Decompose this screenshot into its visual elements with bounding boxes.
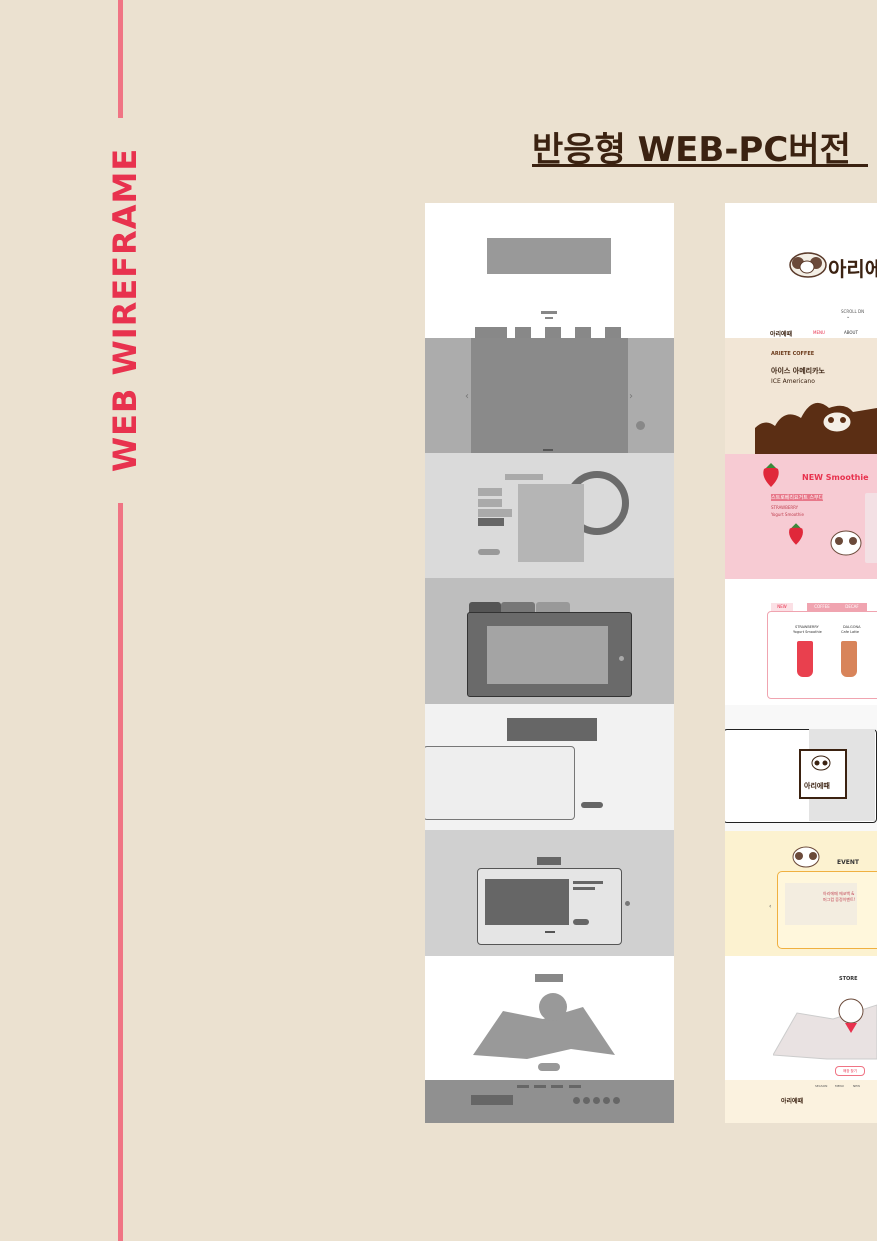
wf-event-dot xyxy=(625,901,630,906)
wf-event-title xyxy=(537,857,561,865)
wf-hero-dot xyxy=(636,421,645,430)
wf-about-box xyxy=(425,746,575,820)
smoothie-sheep-icon xyxy=(830,530,862,556)
smoothie-en-1: STRAWBERRY xyxy=(771,505,799,510)
hero-title-en: ICE Americano xyxy=(771,378,815,385)
wf-promo-image xyxy=(518,484,584,562)
wf-footer-logo xyxy=(471,1095,513,1105)
hero-coffee-wave xyxy=(755,402,877,454)
wf-footer-sns-2 xyxy=(583,1097,590,1104)
footer-logo: 아리에때 xyxy=(781,1098,804,1105)
wireframe-column: ‹ › xyxy=(425,203,674,1123)
menu-tab-coffee[interactable]: COFFEE xyxy=(807,603,837,611)
wf-event-text-1 xyxy=(573,881,603,884)
wf-footer-sns-5 xyxy=(613,1097,620,1104)
smoothie-en-2: Yogurt Smoothie xyxy=(771,512,804,517)
menu-drink-strawberry xyxy=(797,641,813,677)
side-line-bottom xyxy=(118,503,123,1241)
wf-store-title xyxy=(535,974,563,982)
wf-hero-arrow-left: ‹ xyxy=(465,391,469,402)
wf-footer-sns-3 xyxy=(593,1097,600,1104)
nav-logo: 아리에때 xyxy=(770,331,793,338)
event-arrow-left-icon[interactable]: ‹ xyxy=(769,903,771,910)
menu-drink-dalgona xyxy=(841,641,857,677)
menu-tab-new[interactable]: NEW xyxy=(771,603,793,611)
wf-footer-sns-1 xyxy=(573,1097,580,1104)
wf-promo-text-3 xyxy=(478,509,512,517)
side-line-top xyxy=(118,0,123,118)
wf-promo-text-4 xyxy=(478,518,504,526)
wf-footer-sns-4 xyxy=(603,1097,610,1104)
smoothie-sub: 스트로베리요거트 스무디 xyxy=(771,494,824,501)
wf-event-image xyxy=(485,879,569,925)
strawberry-icon-2 xyxy=(789,523,803,545)
menu-item-2-sub: Cafe Latte xyxy=(841,630,860,634)
event-sheep-icon xyxy=(792,846,820,868)
footer-link-1[interactable]: SEASON xyxy=(815,1084,827,1088)
scroll-hint: SCROLL DN xyxy=(841,309,865,314)
wf-hero-arrow-right: › xyxy=(629,391,633,402)
wf-footer-link-2 xyxy=(534,1085,546,1088)
wf-promo-title xyxy=(505,474,543,480)
menu-panel xyxy=(767,611,877,699)
wf-about-button xyxy=(581,802,603,808)
menu-item-1-sub: Yogurt Smoothie xyxy=(793,630,822,634)
about-sheep-icon xyxy=(811,755,831,771)
wf-event-button xyxy=(573,919,589,925)
wf-menu-content xyxy=(487,626,608,684)
nav-item-menu[interactable]: MENU xyxy=(813,330,825,335)
footer-link-2[interactable]: MENU xyxy=(835,1084,844,1088)
wf-hero-image xyxy=(471,338,628,453)
wf-promo-text-2 xyxy=(478,499,502,507)
wf-footer-link-1 xyxy=(517,1085,529,1088)
hero-title-ko: 아이스 아메리카노 xyxy=(771,367,825,375)
wf-hero-pager xyxy=(543,449,553,451)
about-sign-text: 아리에때 xyxy=(804,782,830,790)
menu-item-1-name: STRAWBERRY xyxy=(795,625,819,629)
wf-event-pager xyxy=(545,931,555,933)
design-column: 아리에 SCROLL DN ⌄ 아리에때 MENU ABOUT ARIETE C… xyxy=(725,203,877,1123)
side-title: WEB WIREFRAME xyxy=(106,147,144,473)
store-map xyxy=(773,998,877,1060)
wf-about-title xyxy=(507,718,597,741)
wf-store-map xyxy=(473,993,615,1059)
store-button[interactable]: 매장 찾기 xyxy=(835,1066,865,1076)
wf-store-button xyxy=(538,1063,560,1071)
event-image xyxy=(785,883,857,925)
wf-logo-block xyxy=(487,238,611,274)
store-title: STORE xyxy=(839,976,858,982)
smoothie-title: NEW Smoothie xyxy=(802,473,869,482)
wf-promo-button xyxy=(478,549,500,555)
footer-link-3[interactable]: NEW xyxy=(853,1084,860,1088)
menu-item-2-name: DALGONA xyxy=(843,625,861,629)
wf-menu-dot xyxy=(619,656,624,661)
wf-promo-text-1 xyxy=(478,488,502,496)
wf-footer xyxy=(425,1080,674,1123)
sheep-logo-icon xyxy=(789,252,827,278)
strawberry-icon xyxy=(763,463,779,487)
wf-footer-link-4 xyxy=(569,1085,581,1088)
event-card-text: 아리에때 에코백 & 머그컵 증정이벤트! xyxy=(823,891,856,902)
smoothie-cup xyxy=(865,493,877,563)
nav-item-about[interactable]: ABOUT xyxy=(844,330,858,335)
hero-brand: ARIETE COFFEE xyxy=(771,351,815,357)
wf-scroll-indicator-2 xyxy=(545,317,553,319)
menu-tab-decaf[interactable]: DECAF xyxy=(837,603,867,611)
wf-footer-link-3 xyxy=(551,1085,563,1088)
scroll-chevron-icon: ⌄ xyxy=(846,314,851,320)
event-title: EVENT xyxy=(837,859,859,866)
design-logo-text: 아리에 xyxy=(828,257,877,281)
title-underline xyxy=(532,164,868,167)
wf-scroll-indicator xyxy=(541,311,557,314)
wf-event-text-2 xyxy=(573,887,595,890)
